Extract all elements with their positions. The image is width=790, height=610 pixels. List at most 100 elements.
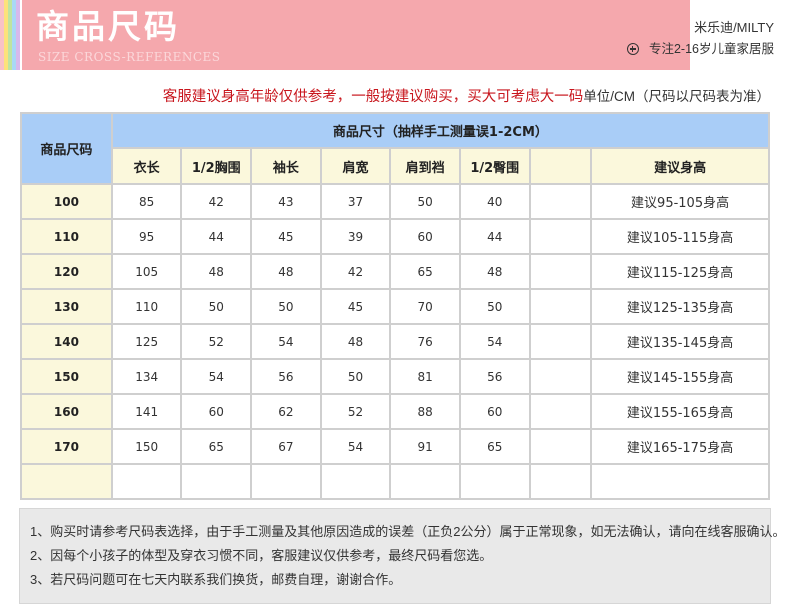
measure-cell: 50 (460, 290, 529, 323)
measure-cell: 44 (182, 220, 251, 253)
measure-cell: 54 (252, 325, 320, 358)
page-title: 商品尺码 (36, 7, 180, 46)
empty-cell (460, 465, 529, 498)
advice-text: 客服建议身高年龄仅供参考，一般按建议购买，买大可考虑大一码 (162, 89, 584, 105)
tagline-text: 专注2-16岁儿童家居服 (648, 42, 774, 56)
measure-cell: 50 (182, 290, 251, 323)
measure-cell (530, 325, 591, 358)
measure-cell: 85 (112, 185, 181, 218)
measure-cell: 50 (252, 290, 320, 323)
measure-cell: 54 (460, 325, 529, 358)
table-row: 100 85 42 43 37 50 40 建议95-105身高 (22, 185, 768, 218)
footer-notes: 1、购买时请参考尺码表选择，由于手工测量及其他原因造成的误差（正负2公分）属于正… (19, 508, 785, 604)
column-header: 1/2臀围 (460, 149, 529, 183)
measure-cell: 45 (252, 220, 320, 253)
size-header: 商品尺码 (22, 114, 111, 183)
measure-cell: 48 (182, 255, 251, 288)
footer-note: 1、购买时请参考尺码表选择，由于手工测量及其他原因造成的误差（正负2公分）属于正… (30, 524, 786, 539)
table-row: 110 95 44 45 39 60 44 建议105-115身高 (22, 220, 768, 253)
recommended-height-cell: 建议125-135身高 (592, 290, 768, 323)
measure-cell (530, 255, 591, 288)
measure-cell: 48 (252, 255, 320, 288)
measure-cell: 67 (252, 430, 320, 463)
measure-cell: 40 (460, 185, 529, 218)
empty-cell (252, 465, 320, 498)
empty-cell (182, 465, 251, 498)
measure-cell: 45 (321, 290, 390, 323)
footer-note: 3、若尺码问题可在七天内联系我们换货，邮费自理，谢谢合作。 (30, 572, 402, 587)
measure-cell: 110 (112, 290, 181, 323)
group-header: 商品尺寸（抽样手工测量误1-2CM） (112, 114, 768, 147)
recommended-height-cell: 建议135-145身高 (592, 325, 768, 358)
recommended-height-cell: 建议95-105身高 (592, 185, 768, 218)
size-table: 商品尺码 商品尺寸（抽样手工测量误1-2CM） 衣长 1/2胸围 袖长 肩宽 肩… (20, 112, 770, 500)
measure-cell (530, 290, 591, 323)
measure-cell: 43 (252, 185, 320, 218)
size-cell: 130 (22, 290, 111, 323)
measure-cell: 52 (321, 395, 390, 428)
size-cell: 160 (22, 395, 111, 428)
unit-text: 单位/CM（尺码以尺码表为准） (583, 89, 770, 104)
measure-cell: 91 (391, 430, 459, 463)
column-header (530, 149, 591, 183)
measure-cell: 37 (321, 185, 390, 218)
measure-cell: 50 (391, 185, 459, 218)
size-cell: 100 (22, 185, 111, 218)
measure-cell: 105 (112, 255, 181, 288)
size-cell: 170 (22, 430, 111, 463)
measure-cell (530, 395, 591, 428)
size-cell: 110 (22, 220, 111, 253)
empty-cell (112, 465, 181, 498)
table-row: 140 125 52 54 48 76 54 建议135-145身高 (22, 325, 768, 358)
measure-cell: 70 (391, 290, 459, 323)
measure-cell (530, 220, 591, 253)
measure-cell: 134 (112, 360, 181, 393)
empty-cell (391, 465, 459, 498)
measure-cell: 65 (391, 255, 459, 288)
header: 商品尺码 SIZE CROSS-REFERENCES 米乐迪/MILTY 专注2… (0, 0, 790, 70)
measure-cell: 50 (321, 360, 390, 393)
table-row: 150 134 54 56 50 81 56 建议145-155身高 (22, 360, 768, 393)
measure-cell: 42 (321, 255, 390, 288)
table-row: 170 150 65 67 54 91 65 建议165-175身高 (22, 430, 768, 463)
recommended-height-cell: 建议165-175身高 (592, 430, 768, 463)
page-subtitle: SIZE CROSS-REFERENCES (38, 50, 221, 64)
measure-cell: 60 (182, 395, 251, 428)
measure-cell: 54 (182, 360, 251, 393)
measure-cell: 76 (391, 325, 459, 358)
empty-cell (530, 465, 591, 498)
brand-name: 米乐迪/MILTY (694, 20, 774, 35)
empty-row (22, 465, 768, 498)
recommended-height-cell: 建议105-115身高 (592, 220, 768, 253)
footer-note: 2、因每个小孩子的体型及穿衣习惯不同，客服建议仅供参考，最终尺码看您选。 (30, 548, 493, 563)
measure-cell: 81 (391, 360, 459, 393)
measure-cell: 65 (460, 430, 529, 463)
column-header: 肩宽 (321, 149, 390, 183)
measure-cell: 54 (321, 430, 390, 463)
size-cell: 150 (22, 360, 111, 393)
empty-cell (592, 465, 768, 498)
column-header: 衣长 (112, 149, 181, 183)
measure-cell: 125 (112, 325, 181, 358)
measure-cell (530, 360, 591, 393)
measure-cell: 141 (112, 395, 181, 428)
stripe (16, 0, 20, 70)
measure-cell (530, 430, 591, 463)
measure-cell: 56 (460, 360, 529, 393)
table-row: 120 105 48 48 42 65 48 建议115-125身高 (22, 255, 768, 288)
column-header: 肩到裆 (391, 149, 459, 183)
measure-cell: 52 (182, 325, 251, 358)
size-advice-note: 客服建议身高年龄仅供参考，一般按建议购买，买大可考虑大一码单位/CM（尺码以尺码… (163, 87, 770, 107)
measure-cell: 39 (321, 220, 390, 253)
measure-cell: 48 (321, 325, 390, 358)
plus-circle-icon (626, 43, 639, 55)
recommended-height-cell: 建议115-125身高 (592, 255, 768, 288)
measure-cell: 42 (182, 185, 251, 218)
measure-cell: 88 (391, 395, 459, 428)
measure-cell: 60 (460, 395, 529, 428)
table-row: 160 141 60 62 52 88 60 建议155-165身高 (22, 395, 768, 428)
measure-cell: 62 (252, 395, 320, 428)
column-header: 袖长 (252, 149, 320, 183)
title-banner: 商品尺码 SIZE CROSS-REFERENCES (22, 0, 690, 70)
size-cell: 120 (22, 255, 111, 288)
